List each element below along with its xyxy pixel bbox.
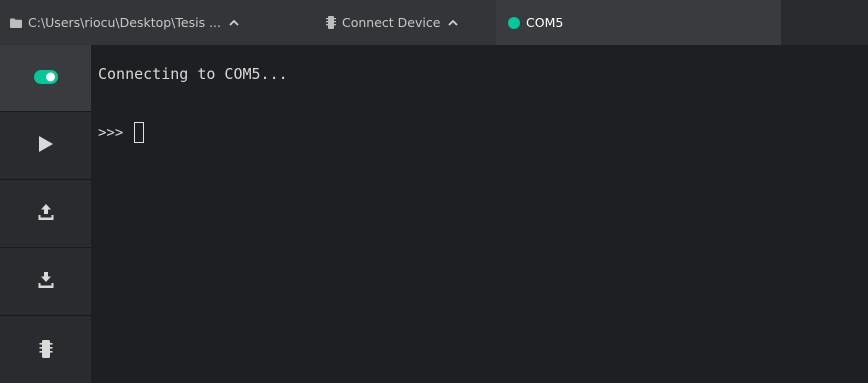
tab-com5[interactable]: COM5 [496,0,781,45]
device-button[interactable] [0,317,91,383]
upload-button[interactable] [0,181,91,248]
tab-connect-device-label: Connect Device [342,15,441,30]
play-icon [38,135,54,157]
chip-icon [326,16,336,29]
run-button[interactable] [0,113,91,180]
tab-com5-label: COM5 [526,15,564,30]
chip-icon [39,339,53,362]
connection-toggle[interactable] [0,45,91,112]
terminal-prompt: >>> [98,124,124,141]
tab-connect-device[interactable]: Connect Device [312,0,496,45]
folder-icon [10,18,22,28]
terminal[interactable]: Connecting to COM5... >>> [91,45,868,383]
chevron-up-icon[interactable] [448,19,459,26]
sidebar [0,45,91,383]
chevron-up-icon[interactable] [229,19,239,26]
download-icon [37,271,55,293]
toggle-icon [33,69,58,88]
tab-folder[interactable]: C:\Users\riocu\Desktop\Tesis ... [0,0,312,45]
download-button[interactable] [0,249,91,316]
terminal-prompt-line[interactable]: >>> [98,122,145,143]
upload-icon [37,203,55,225]
terminal-output-line: Connecting to COM5... [98,65,288,83]
text-cursor [134,122,145,143]
tab-folder-label: C:\Users\riocu\Desktop\Tesis ... [28,15,221,30]
tab-bar: C:\Users\riocu\Desktop\Tesis ... Connect… [0,0,868,45]
status-dot-icon [508,16,520,29]
